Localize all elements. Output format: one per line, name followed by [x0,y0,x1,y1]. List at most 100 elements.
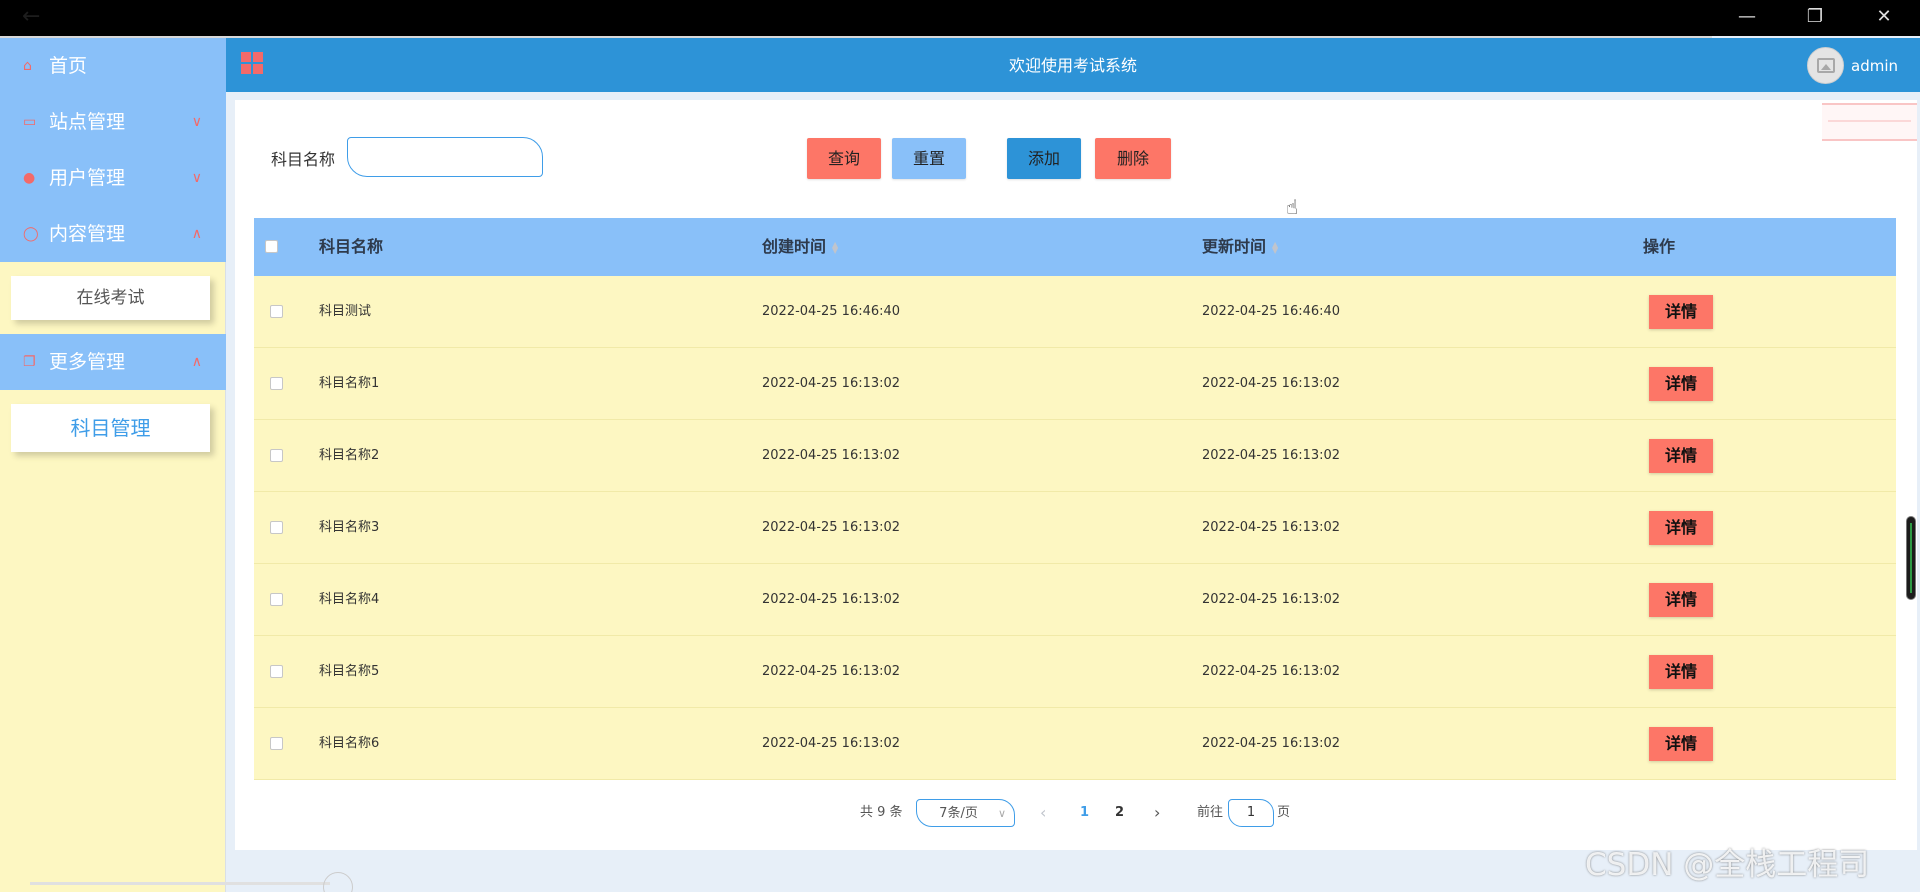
watermark: CSDN @全栈工程司 [1585,847,1870,883]
horizontal-scrollbar[interactable] [30,882,330,885]
back-arrow-icon[interactable]: ← [22,4,40,29]
chevron-down-icon: ∨ [191,170,202,186]
window-titlebar: ← — ❐ ✕ [0,0,1920,39]
chat-icon: ◯ [23,226,39,242]
page-number-1[interactable]: 1 [1080,799,1089,827]
row-checkbox[interactable] [270,449,283,462]
prev-page-button[interactable]: ‹ [1040,799,1046,827]
select-all-checkbox[interactable] [265,240,278,253]
page-suffix: 页 [1277,805,1291,820]
sidebar-subitem-online-exam[interactable]: 在线考试 [11,276,210,320]
avatar[interactable] [1807,47,1844,84]
floating-widget [1822,103,1917,141]
next-page-button[interactable]: › [1154,799,1160,827]
page-size-value: 7条/页 [939,806,978,821]
vertical-scrollbar[interactable] [1906,516,1916,600]
monitor-icon: ▭ [23,114,37,130]
detail-button[interactable]: 详情 [1649,727,1713,761]
cell-updated: 2022-04-25 16:13:02 [1202,736,1341,751]
sidebar-item-home[interactable]: ⌂ 首页 [0,38,226,94]
sidebar: ⌂ 首页 ▭ 站点管理 ∨ ● 用户管理 ∨ ◯ 内容管理 ∧ 在线考试 ❐ 更… [0,38,226,892]
detail-button[interactable]: 详情 [1649,583,1713,617]
sort-icon[interactable]: ▲ ▼ [832,240,838,254]
sidebar-subitem-subject-manage[interactable]: 科目管理 [11,404,210,452]
row-checkbox[interactable] [270,593,283,606]
minimize-icon[interactable]: — [1719,0,1775,36]
add-button[interactable]: 添加 [1007,138,1081,179]
chevron-up-icon: ∧ [191,354,202,370]
cell-name: 科目名称1 [319,376,380,391]
goto-page-input[interactable] [1228,799,1274,827]
detail-button[interactable]: 详情 [1649,655,1713,689]
detail-button[interactable]: 详情 [1649,295,1713,329]
close-icon[interactable]: ✕ [1856,0,1912,36]
sidebar-item-site[interactable]: ▭ 站点管理 ∨ [0,94,226,150]
row-checkbox[interactable] [270,305,283,318]
detail-button[interactable]: 详情 [1649,439,1713,473]
table-header: 科目名称 创建时间 ▲ ▼ 更新时间 ▲ ▼ 操作 [254,218,1896,276]
top-header: 欢迎使用考试系统 admin [226,38,1920,92]
column-header-created[interactable]: 创建时间 ▲ ▼ [762,218,838,276]
column-header-name[interactable]: 科目名称 [319,218,383,276]
cell-updated: 2022-04-25 16:46:40 [1202,304,1341,319]
search-label: 科目名称 [271,150,336,169]
page-size-select[interactable]: 7条/页 ∨ [916,799,1015,827]
home-icon: ⌂ [23,58,32,74]
cell-created: 2022-04-25 16:13:02 [762,592,901,607]
row-checkbox[interactable] [270,521,283,534]
cell-name: 科目名称4 [319,592,380,607]
cell-created: 2022-04-25 16:13:02 [762,448,901,463]
search-input[interactable] [347,137,543,177]
column-header-actions: 操作 [1643,237,1676,256]
sidebar-item-label: 站点管理 [49,111,126,133]
reset-button[interactable]: 重置 [892,138,966,179]
copy-icon: ❐ [23,354,36,370]
chevron-up-icon: ∧ [191,226,202,242]
image-icon [1817,58,1835,73]
sort-icon[interactable]: ▲ ▼ [1272,240,1278,254]
chevron-down-icon: ∨ [997,807,1006,820]
page-title: 欢迎使用考试系统 [1008,56,1137,75]
sidebar-item-more[interactable]: ❐ 更多管理 ∧ [0,334,226,390]
sidebar-item-label: 内容管理 [49,223,126,245]
cell-updated: 2022-04-25 16:13:02 [1202,520,1341,535]
page-number-2[interactable]: 2 [1115,799,1124,827]
detail-button[interactable]: 详情 [1649,367,1713,401]
row-checkbox[interactable] [270,377,283,390]
column-header-updated[interactable]: 更新时间 ▲ ▼ [1202,218,1278,276]
restore-icon[interactable]: ❐ [1787,0,1843,36]
sidebar-subitem-label: 在线考试 [76,288,145,308]
username[interactable]: admin [1851,38,1898,94]
sidebar-item-label: 更多管理 [49,351,126,373]
sidebar-item-label: 用户管理 [49,167,126,189]
sidebar-item-user[interactable]: ● 用户管理 ∨ [0,150,226,206]
cell-updated: 2022-04-25 16:13:02 [1202,448,1341,463]
delete-button[interactable]: 删除 [1095,138,1171,179]
cell-updated: 2022-04-25 16:13:02 [1202,376,1341,391]
cell-name: 科目名称2 [319,448,380,463]
row-checkbox[interactable] [270,737,283,750]
column-header-created-label: 创建时间 [762,237,827,256]
cell-created: 2022-04-25 16:13:02 [762,376,901,391]
detail-button[interactable]: 详情 [1649,511,1713,545]
goto-label: 前往 [1197,805,1224,820]
cell-updated: 2022-04-25 16:13:02 [1202,592,1341,607]
row-checkbox[interactable] [270,665,283,678]
cell-updated: 2022-04-25 16:13:02 [1202,664,1341,679]
table-row: 科目名称3 2022-04-25 16:13:02 2022-04-25 16:… [254,492,1896,564]
column-header-updated-label: 更新时间 [1202,237,1267,256]
table-row: 科目测试 2022-04-25 16:46:40 2022-04-25 16:4… [254,276,1896,348]
hand-cursor-icon: ☝ [1286,195,1299,219]
table-row: 科目名称6 2022-04-25 16:13:02 2022-04-25 16:… [254,708,1896,780]
query-button[interactable]: 查询 [807,138,881,179]
table-row: 科目名称2 2022-04-25 16:13:02 2022-04-25 16:… [254,420,1896,492]
cell-name: 科目名称3 [319,520,380,535]
cell-created: 2022-04-25 16:13:02 [762,664,901,679]
chevron-down-icon: ∨ [191,114,202,130]
scroll-knob[interactable] [323,872,353,892]
table-row: 科目名称1 2022-04-25 16:13:02 2022-04-25 16:… [254,348,1896,420]
user-icon: ● [23,170,36,186]
cell-name: 科目名称5 [319,664,380,679]
sidebar-item-content[interactable]: ◯ 内容管理 ∧ [0,206,226,262]
table-row: 科目名称4 2022-04-25 16:13:02 2022-04-25 16:… [254,564,1896,636]
